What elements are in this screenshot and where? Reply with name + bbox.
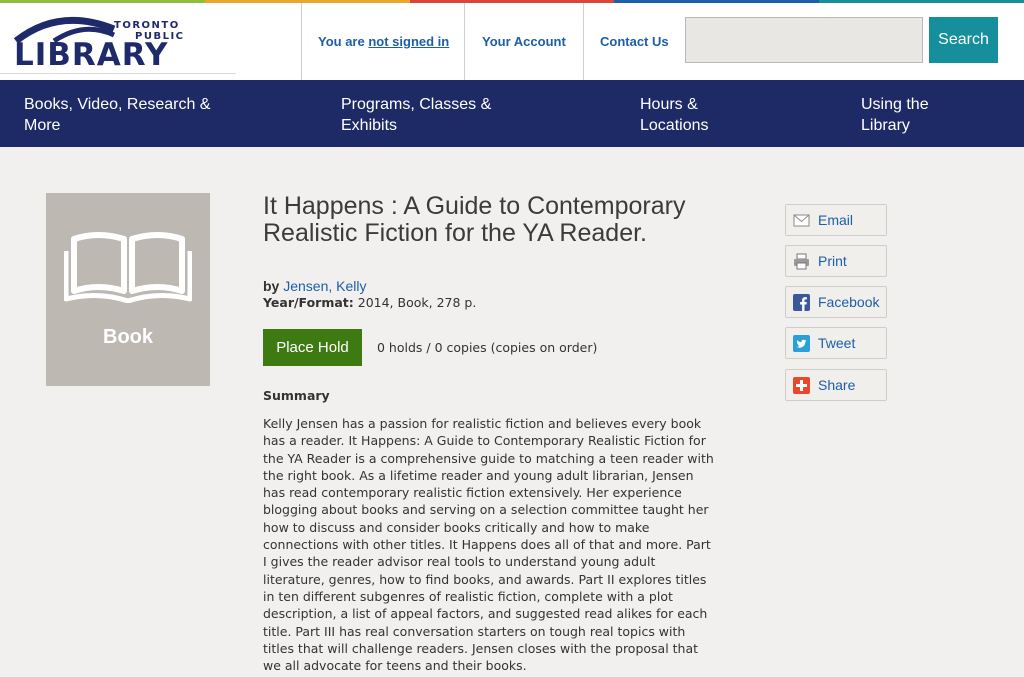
nav-item-label: Exhibits: [341, 117, 398, 134]
year-format: Year/Format: 2014, Book, 278 p.: [263, 295, 476, 310]
nav-item-label: More: [24, 117, 61, 134]
summary-line: connections with other titles. It Happen…: [263, 537, 711, 553]
tpl-logo[interactable]: TORONTO PUBLIC LIBRARY: [14, 15, 184, 73]
book-title: It Happens : A Guide to Contemporary Rea…: [263, 192, 686, 247]
tweet-label: Tweet: [818, 335, 856, 351]
summary-line: has a reader. It Happens: A Guide to Con…: [263, 433, 706, 449]
nav-item-label: Library: [861, 117, 910, 134]
summary-line: literature, genres, how to find books, a…: [263, 571, 707, 587]
logo-library-text: LIBRARY: [14, 37, 169, 73]
main-navigation: Books, Video, Research & More Programs, …: [0, 80, 1024, 147]
signed-in-status: You are not signed in: [318, 34, 449, 49]
summary-line: the right book. As a lifetime reader and…: [263, 467, 694, 483]
summary-line: I gives the reader advisor real tools to…: [263, 554, 656, 570]
print-button[interactable]: Print: [785, 245, 887, 277]
summary-line: the YA Reader is a comprehensive guide t…: [263, 450, 714, 466]
nav-item-programs-classes[interactable]: Programs, Classes & Exhibits: [341, 94, 491, 136]
open-book-icon: [64, 232, 192, 303]
share-button[interactable]: Share: [785, 369, 887, 401]
holds-info: 0 holds / 0 copies (copies on order): [377, 340, 598, 355]
summary-line: has read contemporary realistic fiction …: [263, 485, 682, 501]
share-label: Share: [818, 377, 856, 393]
printer-icon: [793, 253, 810, 270]
summary-line: Kelly Jensen has a passion for realistic…: [263, 416, 702, 431]
year-format-value: 2014, Book, 278 p.: [357, 295, 477, 310]
signed-in-prefix: You are: [318, 34, 369, 49]
site-header: TORONTO PUBLIC LIBRARY You are not signe…: [0, 3, 1024, 80]
your-account-link[interactable]: Your Account: [482, 34, 566, 49]
sign-in-link[interactable]: not signed in: [368, 34, 449, 49]
summary-line: title. Part III has real conversation st…: [263, 623, 686, 639]
email-icon: [793, 212, 810, 229]
cover-format-label: Book: [103, 326, 153, 348]
nav-item-label: Hours &: [640, 96, 698, 113]
summary-line: how to discuss and consider books critic…: [263, 519, 650, 535]
header-divider: [464, 3, 465, 80]
logo-toronto-text: TORONTO: [114, 20, 180, 31]
summary-line: in ten different subgenres of realistic …: [263, 588, 673, 604]
author-link[interactable]: Jensen, Kelly: [283, 278, 366, 294]
summary-line: we all advocate for teens and their book…: [263, 658, 527, 674]
email-label: Email: [818, 212, 854, 228]
header-divider: [583, 3, 584, 80]
logo-divider: [0, 73, 236, 74]
summary-line: blogging about books and serving on a se…: [263, 502, 709, 518]
search-input[interactable]: [685, 17, 923, 63]
nav-item-hours-locations[interactable]: Hours & Locations: [640, 94, 709, 136]
summary-heading: Summary: [263, 388, 330, 403]
print-label: Print: [818, 253, 847, 269]
facebook-button[interactable]: Facebook: [785, 286, 887, 318]
summary-line: titles that will challenge readers. Jens…: [263, 640, 699, 656]
nav-item-label: Programs, Classes &: [341, 96, 492, 113]
nav-item-books-video-research[interactable]: Books, Video, Research & More: [24, 94, 210, 136]
summary-text: Kelly Jensen has a passion for realistic…: [263, 415, 773, 674]
facebook-label: Facebook: [818, 294, 880, 310]
place-hold-button[interactable]: Place Hold: [263, 329, 362, 366]
twitter-icon: [793, 334, 810, 352]
nav-item-label: Using the: [861, 96, 929, 113]
nav-item-label: Locations: [640, 117, 709, 134]
search-button[interactable]: Search: [929, 17, 998, 63]
year-format-label: Year/Format:: [263, 295, 354, 310]
nav-item-label: Books, Video, Research &: [24, 96, 211, 113]
plus-share-icon: [793, 376, 810, 394]
nav-item-using-library[interactable]: Using the Library: [861, 94, 929, 136]
tweet-button[interactable]: Tweet: [785, 327, 887, 359]
byline: by Jensen, Kelly: [263, 278, 367, 294]
author-first-name: Kelly: [336, 278, 367, 294]
facebook-icon: [793, 293, 810, 311]
header-divider: [301, 3, 302, 80]
contact-us-link[interactable]: Contact Us: [600, 34, 669, 49]
by-label: by: [263, 278, 280, 294]
email-button[interactable]: Email: [785, 204, 887, 236]
book-cover-placeholder[interactable]: [46, 193, 210, 386]
author-last-name: Jensen: [283, 278, 329, 294]
summary-line: description, a list of appeal factors, a…: [263, 606, 708, 622]
